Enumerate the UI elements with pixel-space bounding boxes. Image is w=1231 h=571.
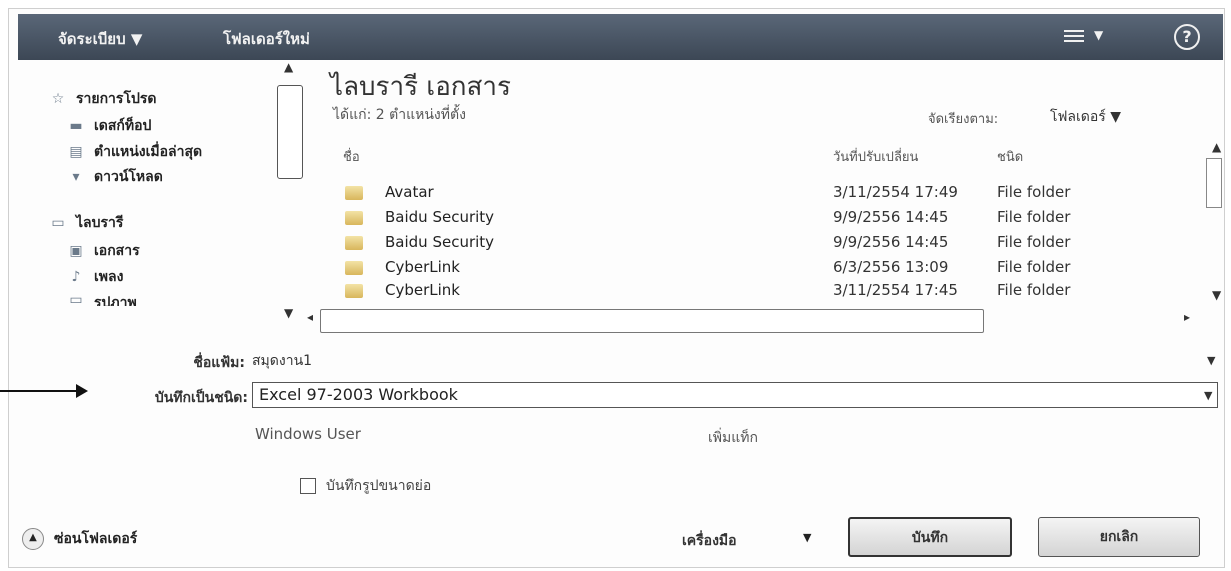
nav-music[interactable]: ♪ เพลง bbox=[66, 266, 124, 288]
file-name: Baidu Security bbox=[385, 233, 495, 251]
help-icon[interactable]: ? bbox=[1174, 24, 1200, 50]
save-thumbnail-checkbox[interactable]: บันทึกรูปขนาดย่อ bbox=[300, 475, 431, 497]
tools-dropdown-icon[interactable]: ▼ bbox=[803, 531, 811, 544]
command-bar: จัดระเบียบ ▼ โฟลเดอร์ใหม่ ▼ ? bbox=[18, 14, 1223, 60]
music-icon: ♪ bbox=[71, 269, 81, 285]
save-as-type-label: บันทึกเป็นชนิด: bbox=[154, 390, 248, 406]
nav-desktop-label: เดสก์ท็อป bbox=[94, 118, 152, 134]
libraries-icon: ▭ bbox=[51, 215, 65, 231]
list-scroll-up-icon[interactable]: ▲ bbox=[1212, 140, 1221, 154]
file-type: File folder bbox=[997, 233, 1071, 251]
file-date: 3/11/2554 17:45 bbox=[833, 281, 958, 299]
tools-button[interactable]: เครื่องมือ bbox=[682, 530, 737, 552]
filename-label: ชื่อแฟ้ม: bbox=[193, 355, 245, 371]
file-name: CyberLink bbox=[385, 281, 460, 299]
nav-downloads[interactable]: ▾ ดาวน์โหลด bbox=[66, 166, 163, 188]
file-row[interactable]: CyberLink 3/11/2554 17:45 File folder bbox=[345, 281, 1205, 301]
save-as-type-dropdown-icon[interactable]: ▼ bbox=[1204, 389, 1212, 402]
file-type: File folder bbox=[997, 258, 1071, 276]
column-header-name[interactable]: ชื่อ bbox=[343, 146, 360, 167]
file-date: 9/9/2556 14:45 bbox=[833, 233, 949, 251]
star-icon: ☆ bbox=[51, 91, 65, 107]
column-header-type[interactable]: ชนิด bbox=[997, 146, 1023, 167]
save-thumbnail-label: บันทึกรูปขนาดย่อ bbox=[326, 478, 432, 494]
hide-folders-button[interactable]: ▲ ซ่อนโฟลเดอร์ bbox=[22, 528, 137, 550]
nav-documents-label: เอกสาร bbox=[94, 243, 140, 259]
save-as-type-select[interactable]: Excel 97-2003 Workbook bbox=[252, 382, 1218, 408]
hide-folders-label: ซ่อนโฟลเดอร์ bbox=[54, 531, 138, 547]
downloads-icon: ▾ bbox=[72, 169, 80, 185]
arrange-by-label: จัดเรียงตาม: bbox=[928, 112, 999, 127]
save-button[interactable]: บันทึก bbox=[848, 517, 1012, 557]
nav-recent-label: ตำแหน่งเมื่อล่าสุด bbox=[94, 144, 203, 160]
file-date: 6/3/2556 13:09 bbox=[833, 258, 949, 276]
nav-scroll-down-icon[interactable]: ▼ bbox=[284, 306, 293, 320]
file-type: File folder bbox=[997, 183, 1071, 201]
file-name: Avatar bbox=[385, 183, 434, 201]
file-row[interactable]: Baidu Security 9/9/2556 14:45 File folde… bbox=[345, 233, 1205, 255]
file-row[interactable]: Avatar 3/11/2554 17:49 File folder bbox=[345, 183, 1205, 205]
folder-icon bbox=[345, 236, 363, 250]
authors-value[interactable]: Windows User bbox=[255, 425, 361, 443]
nav-music-label: เพลง bbox=[94, 269, 124, 285]
folder-icon bbox=[345, 261, 363, 275]
nav-scroll-up-icon[interactable]: ▲ bbox=[284, 60, 293, 74]
filename-input[interactable]: สมุดงาน1 bbox=[252, 350, 1212, 372]
pictures-icon: ▭ bbox=[69, 292, 83, 306]
filename-dropdown-icon[interactable]: ▼ bbox=[1207, 354, 1215, 367]
file-date: 9/9/2556 14:45 bbox=[833, 208, 949, 226]
annotation-arrow-icon bbox=[76, 384, 88, 398]
change-view-button[interactable]: ▼ bbox=[1058, 24, 1110, 50]
file-name: CyberLink bbox=[385, 258, 460, 276]
documents-icon: ▣ bbox=[69, 243, 83, 259]
new-folder-button[interactable]: โฟลเดอร์ใหม่ bbox=[223, 27, 310, 51]
file-row[interactable]: CyberLink 6/3/2556 13:09 File folder bbox=[345, 258, 1205, 280]
folder-icon bbox=[345, 284, 363, 298]
chevron-up-icon: ▲ bbox=[22, 528, 44, 550]
recent-places-icon: ▤ bbox=[69, 144, 83, 160]
list-scrollbar-thumb[interactable] bbox=[1206, 158, 1222, 208]
scroll-left-icon[interactable]: ◂ bbox=[307, 310, 313, 324]
nav-scrollbar-thumb[interactable] bbox=[277, 85, 303, 179]
view-list-icon bbox=[1064, 30, 1084, 44]
checkbox-box bbox=[300, 478, 316, 494]
scroll-right-icon[interactable]: ▸ bbox=[1184, 310, 1190, 324]
list-scroll-down-icon[interactable]: ▼ bbox=[1212, 288, 1221, 302]
cancel-button[interactable]: ยกเลิก bbox=[1038, 517, 1200, 557]
nav-downloads-label: ดาวน์โหลด bbox=[94, 169, 163, 185]
nav-pictures[interactable]: ▭ รูปภาพ bbox=[66, 292, 137, 306]
nav-documents[interactable]: ▣ เอกสาร bbox=[66, 240, 140, 262]
nav-favorites[interactable]: ☆ รายการโปรด bbox=[48, 88, 157, 110]
library-locations[interactable]: ได้แก่: 2 ตำแหน่งที่ตั้ง bbox=[333, 104, 466, 126]
library-title: ไลบรารี เอกสาร bbox=[330, 72, 511, 102]
chevron-down-icon: ▼ bbox=[1094, 28, 1104, 42]
nav-pictures-label: รูปภาพ bbox=[94, 295, 137, 306]
file-type: File folder bbox=[997, 208, 1071, 226]
organize-button[interactable]: จัดระเบียบ ▼ bbox=[58, 27, 142, 51]
desktop-icon: ▬ bbox=[69, 118, 83, 134]
add-tag-field[interactable]: เพิ่มแท็ก bbox=[708, 427, 758, 449]
nav-recent-places[interactable]: ▤ ตำแหน่งเมื่อล่าสุด bbox=[66, 141, 202, 163]
nav-libraries[interactable]: ▭ ไลบรารี bbox=[48, 212, 123, 234]
horizontal-scrollbar[interactable] bbox=[320, 309, 984, 333]
file-name: Baidu Security bbox=[385, 208, 495, 226]
file-type: File folder bbox=[997, 281, 1071, 299]
save-as-type-value: Excel 97-2003 Workbook bbox=[259, 385, 458, 404]
file-row[interactable]: Baidu Security 9/9/2556 14:45 File folde… bbox=[345, 208, 1205, 230]
column-header-date[interactable]: วันที่ปรับเปลี่ยน bbox=[833, 146, 918, 167]
folder-icon bbox=[345, 211, 363, 225]
nav-libraries-label: ไลบรารี bbox=[76, 215, 124, 231]
annotation-arrow-line bbox=[0, 390, 80, 392]
nav-favorites-label: รายการโปรด bbox=[76, 91, 157, 107]
arrange-by-dropdown[interactable]: โฟลเดอร์ ▼ bbox=[1050, 106, 1121, 128]
folder-icon bbox=[345, 186, 363, 200]
nav-desktop[interactable]: ▬ เดสก์ท็อป bbox=[66, 115, 151, 137]
file-date: 3/11/2554 17:49 bbox=[833, 183, 958, 201]
